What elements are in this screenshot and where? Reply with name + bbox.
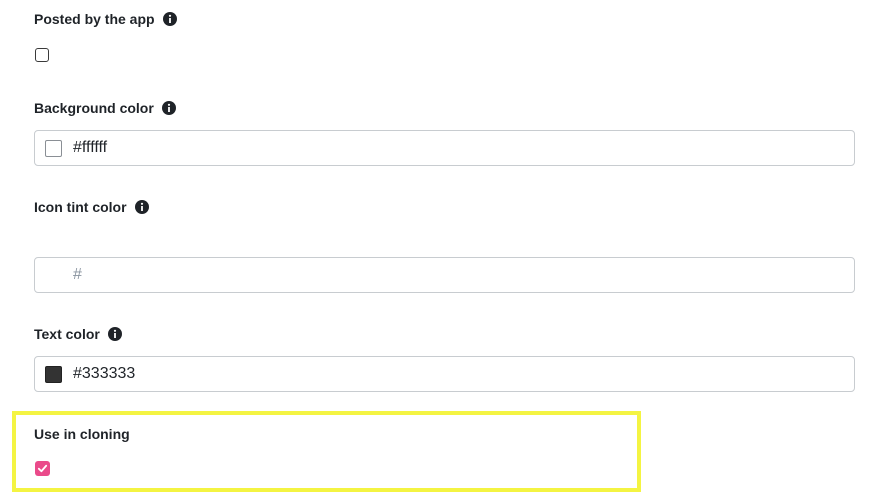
posted-by-app-checkbox[interactable] [35,48,49,62]
use-in-cloning-label-text: Use in cloning [34,426,130,442]
background-color-input[interactable]: #ffffff [34,130,855,166]
text-color-label: Text color [34,326,122,342]
icon-tint-color-label: Icon tint color [34,199,149,215]
checkmark-icon [37,464,48,473]
posted-by-app-label: Posted by the app [34,11,177,27]
info-icon[interactable] [134,200,149,214]
highlight-box [12,411,641,492]
icon-tint-color-label-text: Icon tint color [34,199,127,215]
info-icon[interactable] [107,327,122,341]
background-color-swatch[interactable] [45,139,62,157]
posted-by-app-label-text: Posted by the app [34,11,155,27]
info-icon[interactable] [161,101,176,115]
text-color-value: #333333 [73,365,136,382]
icon-tint-color-input[interactable]: # [34,257,855,293]
info-icon[interactable] [162,12,177,26]
text-color-swatch[interactable] [45,365,62,383]
icon-tint-color-swatch[interactable] [45,267,62,284]
icon-tint-color-placeholder: # [73,266,82,283]
background-color-label: Background color [34,100,176,116]
use-in-cloning-checkbox[interactable] [35,461,50,476]
text-color-input[interactable]: #333333 [34,356,855,392]
background-color-label-text: Background color [34,100,154,116]
text-color-label-text: Text color [34,326,100,342]
background-color-value: #ffffff [73,139,108,156]
use-in-cloning-label: Use in cloning [34,426,130,442]
